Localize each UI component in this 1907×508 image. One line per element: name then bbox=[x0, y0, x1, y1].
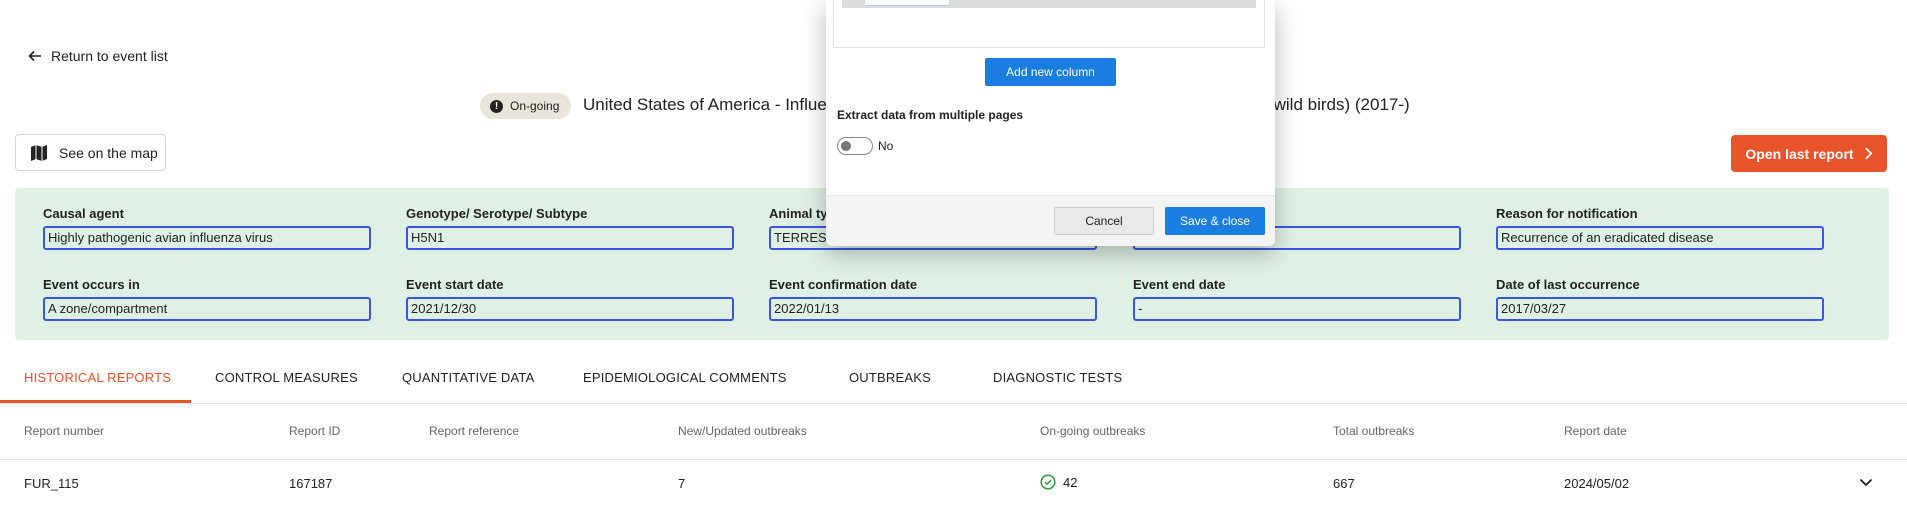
open-last-report-label: Open last report bbox=[1745, 145, 1854, 162]
column-header-report-number: Report number bbox=[24, 424, 105, 438]
see-on-map-label: See on the map bbox=[59, 144, 158, 161]
last-occurrence-label: Date of last occurrence bbox=[1496, 277, 1640, 292]
confirmation-date-label: Event confirmation date bbox=[769, 277, 918, 292]
genotype-label: Genotype/ Serotype/ Subtype bbox=[406, 206, 588, 221]
dialog-footer: Cancel Save & close bbox=[826, 195, 1275, 246]
column-header-report-reference: Report reference bbox=[429, 424, 520, 438]
column-header-new-updated-outbreaks: New/Updated outbreaks bbox=[678, 424, 807, 438]
chevron-right-icon bbox=[1864, 147, 1873, 160]
extract-multiple-pages-toggle[interactable] bbox=[837, 137, 873, 155]
map-icon bbox=[31, 144, 47, 161]
cell-report-number: FUR_115 bbox=[24, 476, 79, 491]
chevron-down-icon[interactable] bbox=[1858, 474, 1874, 490]
column-name-input[interactable] bbox=[865, 0, 949, 6]
save-and-close-button[interactable]: Save & close bbox=[1165, 207, 1265, 235]
clock-check-icon bbox=[1040, 474, 1056, 490]
tab-historical-reports[interactable]: HISTORICAL REPORTS bbox=[24, 370, 171, 385]
column-list-item[interactable] bbox=[842, 0, 1256, 8]
column-list bbox=[833, 0, 1265, 48]
cell-total-outbreaks: 667 bbox=[1333, 476, 1355, 491]
column-header-ongoing-outbreaks: On-going outbreaks bbox=[1040, 424, 1146, 438]
status-badge-label: On-going bbox=[510, 99, 560, 113]
tab-quantitative-data[interactable]: QUANTITATIVE DATA bbox=[402, 370, 534, 385]
add-new-column-button[interactable]: Add new column bbox=[985, 58, 1116, 86]
report-tabs: HISTORICAL REPORTS CONTROL MEASURES QUAN… bbox=[0, 356, 1907, 404]
exclamation-icon: ! bbox=[490, 99, 503, 113]
cell-report-date: 2024/05/02 bbox=[1564, 476, 1630, 491]
end-date-field[interactable]: - bbox=[1133, 297, 1461, 321]
tab-outbreaks[interactable]: OUTBREAKS bbox=[849, 370, 931, 385]
occurs-in-field[interactable]: A zone/compartment bbox=[43, 297, 371, 321]
last-occurrence-field[interactable]: 2017/03/27 bbox=[1496, 297, 1824, 321]
tab-diagnostic-tests[interactable]: DIAGNOSTIC TESTS bbox=[993, 370, 1122, 385]
occurs-in-label: Event occurs in bbox=[43, 277, 140, 292]
column-header-report-date: Report date bbox=[1564, 424, 1627, 438]
genotype-field[interactable]: H5N1 bbox=[406, 226, 734, 250]
confirmation-date-field[interactable]: 2022/01/13 bbox=[769, 297, 1097, 321]
open-last-report-button[interactable]: Open last report bbox=[1731, 135, 1887, 172]
tab-epidemiological-comments[interactable]: EPIDEMIOLOGICAL COMMENTS bbox=[583, 370, 787, 385]
start-date-field[interactable]: 2021/12/30 bbox=[406, 297, 734, 321]
see-on-map-button[interactable]: See on the map bbox=[15, 134, 166, 171]
event-title: United States of America - Influenz bbox=[583, 95, 845, 114]
extract-multiple-pages-label: Extract data from multiple pages bbox=[837, 108, 1024, 122]
animal-type-label: Animal ty bbox=[769, 206, 828, 221]
cancel-button[interactable]: Cancel bbox=[1054, 207, 1154, 235]
toggle-state-label: No bbox=[878, 139, 894, 153]
cell-report-id: 167187 bbox=[289, 476, 333, 491]
return-link-label: Return to event list bbox=[51, 48, 168, 64]
reason-label: Reason for notification bbox=[1496, 206, 1638, 221]
active-tab-indicator bbox=[0, 400, 191, 403]
arrow-left-icon bbox=[28, 50, 41, 62]
ongoing-outbreaks-value: 42 bbox=[1063, 474, 1078, 490]
end-date-label: Event end date bbox=[1133, 277, 1226, 292]
return-to-event-list-link[interactable]: Return to event list bbox=[27, 48, 168, 64]
start-date-label: Event start date bbox=[406, 277, 504, 292]
cell-ongoing-outbreaks: 42 bbox=[1040, 474, 1077, 490]
toggle-knob bbox=[841, 141, 851, 151]
table-header-divider bbox=[0, 459, 1907, 460]
tab-control-measures[interactable]: CONTROL MEASURES bbox=[215, 370, 358, 385]
column-settings-dialog: Add new column Extract data from multipl… bbox=[826, 0, 1275, 246]
cell-new-updated-outbreaks: 7 bbox=[678, 476, 686, 491]
causal-agent-field[interactable]: Highly pathogenic avian influenza virus bbox=[43, 226, 371, 250]
causal-agent-label: Causal agent bbox=[43, 206, 124, 221]
column-header-total-outbreaks: Total outbreaks bbox=[1333, 424, 1415, 438]
reason-field[interactable]: Recurrence of an eradicated disease bbox=[1496, 226, 1824, 250]
status-badge: ! On-going bbox=[480, 93, 572, 119]
column-header-report-id: Report ID bbox=[289, 424, 341, 438]
